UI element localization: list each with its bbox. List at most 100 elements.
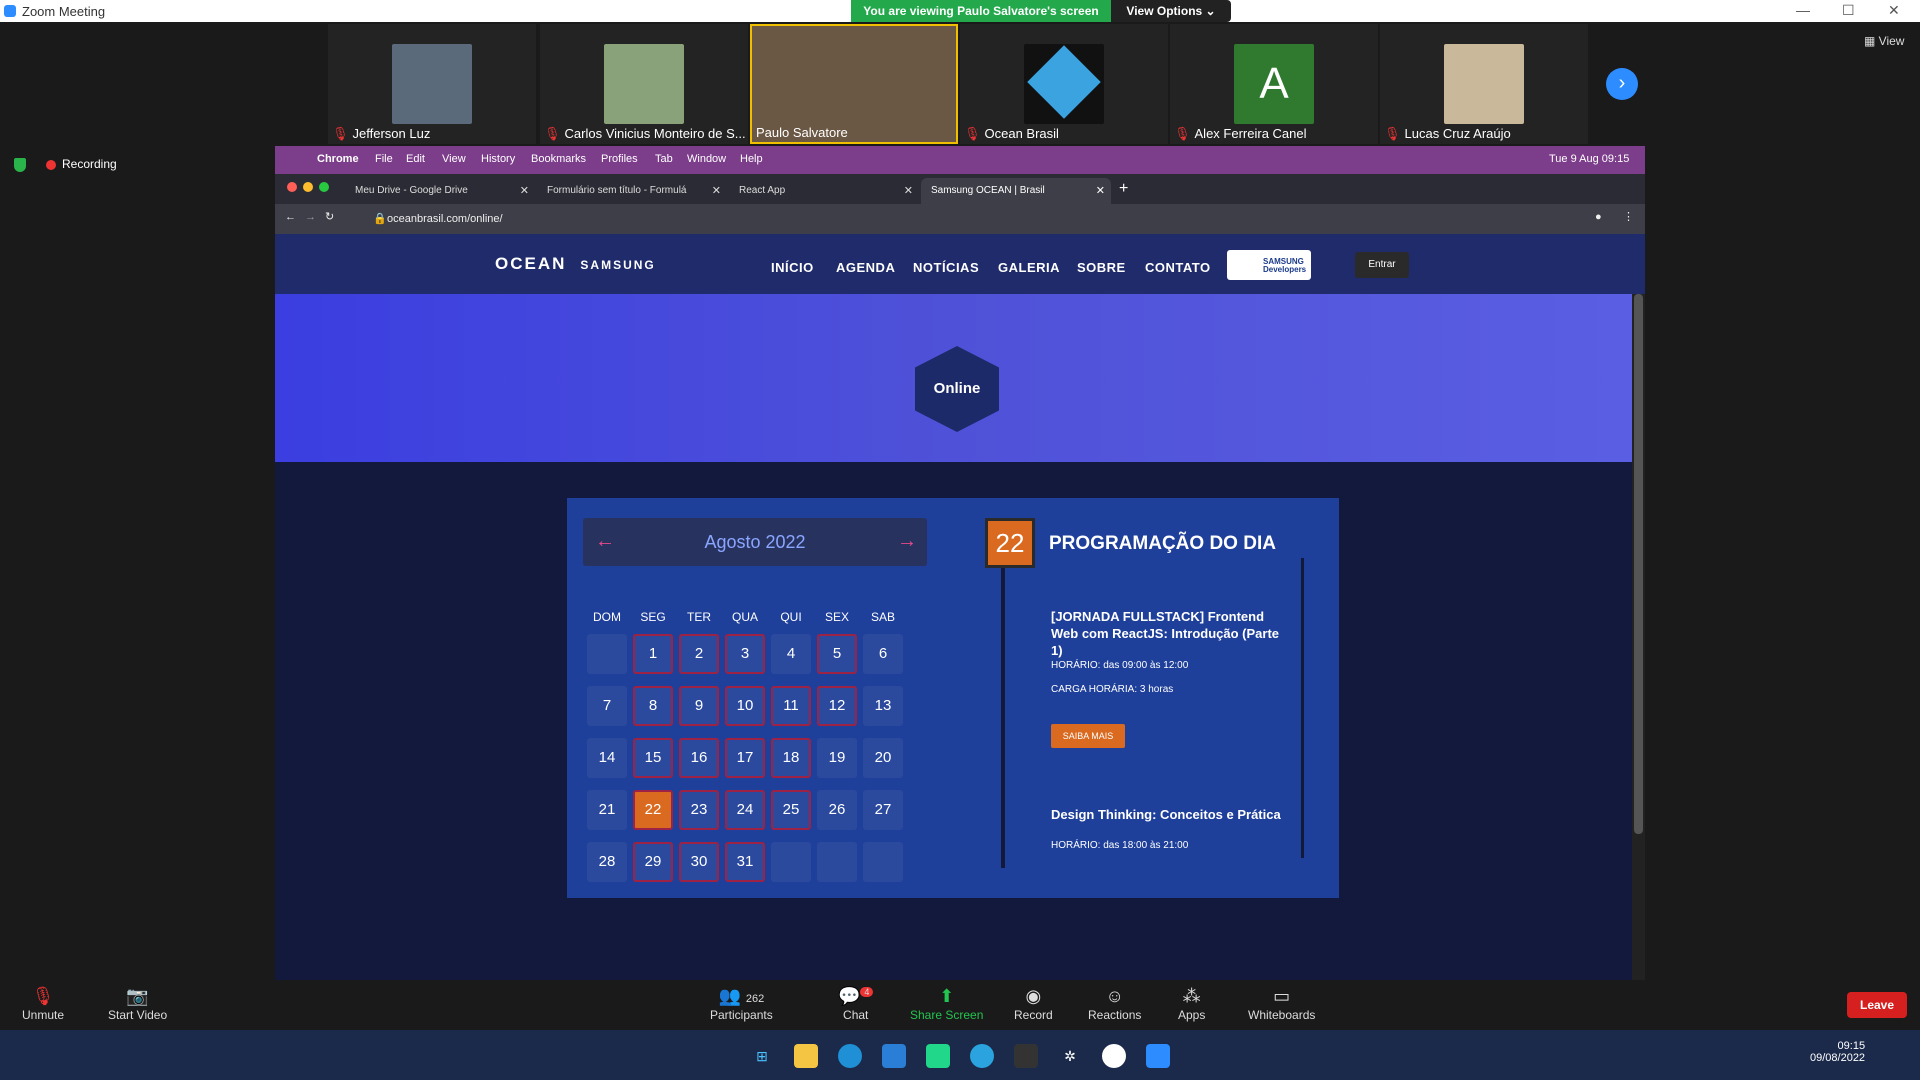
- calendar-day-event[interactable]: 3: [725, 634, 765, 674]
- minimize-icon[interactable]: —: [1796, 2, 1810, 18]
- close-tab-icon[interactable]: ✕: [520, 184, 529, 197]
- close-tab-icon[interactable]: ✕: [904, 184, 913, 197]
- more-menu-icon[interactable]: ⋮: [1623, 210, 1634, 223]
- file-explorer-icon[interactable]: [794, 1044, 818, 1068]
- calendar-day[interactable]: 6: [863, 634, 903, 674]
- close-window-dot-icon[interactable]: [287, 182, 297, 192]
- calendar-day[interactable]: 13: [863, 686, 903, 726]
- samsung-developers-badge[interactable]: SAMSUNG Developers: [1227, 250, 1311, 280]
- nav-sobre[interactable]: SOBRE: [1077, 260, 1126, 275]
- calendar-day-event[interactable]: 30: [679, 842, 719, 882]
- windows-start-icon[interactable]: ⊞: [750, 1044, 774, 1068]
- calendar-day-event[interactable]: 8: [633, 686, 673, 726]
- zoom-taskbar-icon[interactable]: [1146, 1044, 1170, 1068]
- app-icon[interactable]: [1102, 1044, 1126, 1068]
- close-tab-icon[interactable]: ✕: [1096, 184, 1105, 197]
- maximize-icon[interactable]: ☐: [1842, 2, 1855, 19]
- participant-tile[interactable]: 🎙 Lucas Cruz Araújo: [1380, 24, 1588, 144]
- calendar-day-event[interactable]: 31: [725, 842, 765, 882]
- terminal-icon[interactable]: [1014, 1044, 1038, 1068]
- reload-icon[interactable]: ↻: [325, 210, 334, 223]
- next-page-arrow-icon[interactable]: ›: [1606, 68, 1638, 100]
- page-scrollbar[interactable]: [1632, 294, 1645, 980]
- menu-item[interactable]: Profiles: [601, 153, 638, 165]
- menu-item[interactable]: Bookmarks: [531, 153, 586, 165]
- system-clock[interactable]: 09:15 09/08/2022: [1810, 1040, 1865, 1064]
- calendar-day-event[interactable]: 17: [725, 738, 765, 778]
- calendar-day[interactable]: 14: [587, 738, 627, 778]
- whiteboards-button[interactable]: ▭ Whiteboards: [1248, 986, 1315, 1022]
- calendar-day-event[interactable]: 9: [679, 686, 719, 726]
- calendar-day-event[interactable]: 23: [679, 790, 719, 830]
- nav-galeria[interactable]: GALERIA: [998, 260, 1060, 275]
- browser-tab[interactable]: React App ✕: [729, 178, 919, 204]
- nav-noticias[interactable]: NOTÍCIAS: [913, 260, 979, 275]
- url-field[interactable]: oceanbrasil.com/online/: [387, 213, 503, 225]
- security-shield-icon[interactable]: [14, 158, 26, 172]
- pycharm-icon[interactable]: [926, 1044, 950, 1068]
- scrollbar-thumb[interactable]: [1634, 294, 1643, 834]
- chat-button[interactable]: 💬 4 Chat: [838, 986, 874, 1022]
- record-button[interactable]: ◉ Record: [1014, 986, 1053, 1022]
- unmute-button[interactable]: 🎙 Unmute: [22, 986, 64, 1022]
- calendar-day-event[interactable]: 15: [633, 738, 673, 778]
- calendar-day-event[interactable]: 11: [771, 686, 811, 726]
- calendar-day-event[interactable]: 25: [771, 790, 811, 830]
- saiba-mais-button[interactable]: SAIBA MAIS: [1051, 724, 1125, 748]
- participant-tile[interactable]: 🎙 Ocean Brasil: [960, 24, 1168, 144]
- calendar-day-event[interactable]: 16: [679, 738, 719, 778]
- profile-avatar-icon[interactable]: ●: [1595, 211, 1602, 223]
- calendar-day[interactable]: 28: [587, 842, 627, 882]
- menu-item[interactable]: Tab: [655, 153, 673, 165]
- close-tab-icon[interactable]: ✕: [712, 184, 721, 197]
- minimize-window-dot-icon[interactable]: [303, 182, 313, 192]
- event-title[interactable]: Design Thinking: Conceitos e Prática: [1051, 806, 1301, 823]
- calendar-day-selected[interactable]: 22: [633, 790, 673, 830]
- event-scrollbar[interactable]: [1301, 558, 1304, 858]
- zoom-window-dot-icon[interactable]: [319, 182, 329, 192]
- next-month-arrow-icon[interactable]: →: [897, 530, 917, 553]
- participant-tile[interactable]: 🎙 Carlos Vinicius Monteiro de S...: [540, 24, 748, 144]
- nav-contato[interactable]: CONTATO: [1145, 260, 1211, 275]
- entrar-button[interactable]: Entrar: [1355, 252, 1409, 278]
- new-tab-icon[interactable]: +: [1119, 180, 1128, 198]
- menu-item[interactable]: Window: [687, 153, 726, 165]
- close-icon[interactable]: ✕: [1888, 2, 1900, 19]
- ocean-logo[interactable]: OCEAN SAMSUNG: [495, 254, 656, 274]
- leave-button[interactable]: Leave: [1847, 992, 1907, 1018]
- calendar-day-event[interactable]: 18: [771, 738, 811, 778]
- calendar-day[interactable]: 20: [863, 738, 903, 778]
- calendar-day[interactable]: 4: [771, 634, 811, 674]
- calendar-day-event[interactable]: 12: [817, 686, 857, 726]
- vscode-icon[interactable]: [882, 1044, 906, 1068]
- edge-icon[interactable]: [838, 1044, 862, 1068]
- calendar-day[interactable]: 26: [817, 790, 857, 830]
- menu-app[interactable]: Chrome: [317, 153, 359, 165]
- back-icon[interactable]: ←: [285, 211, 296, 223]
- calendar-day-event[interactable]: 24: [725, 790, 765, 830]
- reactions-button[interactable]: ☺ Reactions: [1088, 986, 1141, 1022]
- browser-tab[interactable]: Formulário sem título - Formulá ✕: [537, 178, 727, 204]
- apps-button[interactable]: ⁂ Apps: [1178, 986, 1205, 1022]
- calendar-day[interactable]: 27: [863, 790, 903, 830]
- telegram-icon[interactable]: [970, 1044, 994, 1068]
- browser-tab[interactable]: Meu Drive - Google Drive ✕: [345, 178, 535, 204]
- share-screen-button[interactable]: ⬆ Share Screen: [910, 986, 983, 1022]
- browser-tab-active[interactable]: Samsung OCEAN | Brasil ✕: [921, 178, 1111, 204]
- nav-inicio[interactable]: INÍCIO: [771, 260, 814, 275]
- calendar-day-event[interactable]: 5: [817, 634, 857, 674]
- calendar-day[interactable]: 19: [817, 738, 857, 778]
- menu-item[interactable]: Help: [740, 153, 763, 165]
- event-title[interactable]: [JORNADA FULLSTACK] Frontend Web com Rea…: [1051, 608, 1291, 659]
- menu-item[interactable]: Edit: [406, 153, 425, 165]
- participant-tile[interactable]: A 🎙 Alex Ferreira Canel: [1170, 24, 1378, 144]
- menu-item[interactable]: File: [375, 153, 393, 165]
- view-options-button[interactable]: View Options ⌄: [1111, 0, 1231, 22]
- participant-tile[interactable]: 🎙 Jefferson Luz: [328, 24, 536, 144]
- participants-button[interactable]: 👥 262 Participants: [710, 986, 773, 1022]
- menu-item[interactable]: History: [481, 153, 515, 165]
- calendar-day[interactable]: 7: [587, 686, 627, 726]
- calendar-day-event[interactable]: 10: [725, 686, 765, 726]
- calendar-day-event[interactable]: 1: [633, 634, 673, 674]
- start-video-button[interactable]: 📷 Start Video: [108, 986, 167, 1022]
